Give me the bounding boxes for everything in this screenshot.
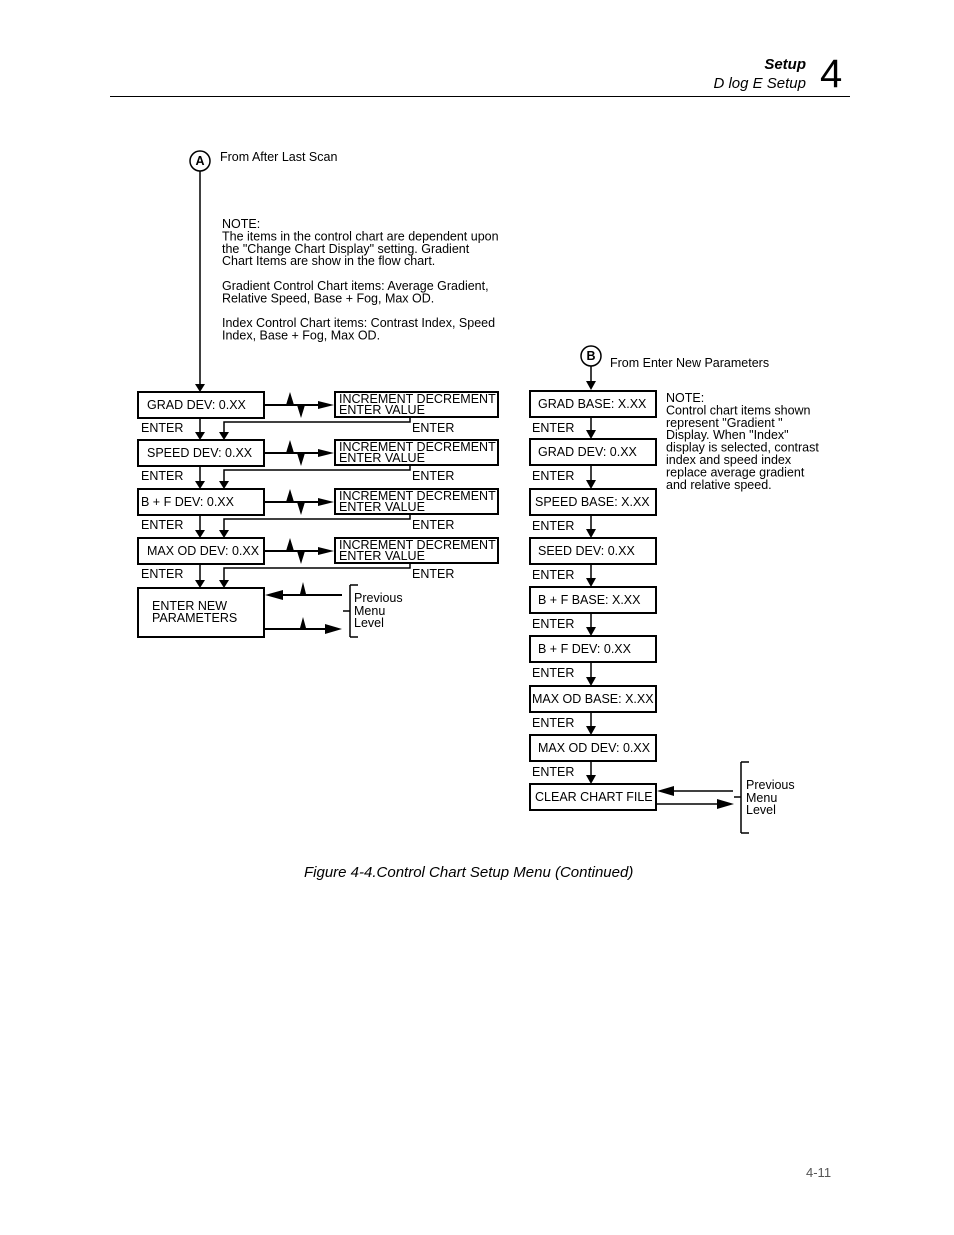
flow-a-step: MAX OD DEV: 0.XX INCREMENT DECREMENTENTER… <box>137 537 499 588</box>
flow-a-step: B + F DEV: 0.XX INCREMENT DECREMENTENTER … <box>137 488 499 538</box>
step-label: MAX OD DEV: 0.XX <box>147 544 260 558</box>
prev-menu-a-1: Previous <box>354 591 403 605</box>
enter-label: ENTER <box>532 421 574 435</box>
note-a: NOTE:The items in the control chart are … <box>222 217 499 343</box>
flow-b-step: B + F DEV: 0.XX ENTER <box>529 635 657 686</box>
enter-label: ENTER <box>532 519 574 533</box>
flow-b-step: GRAD DEV: 0.XX ENTER <box>529 438 657 489</box>
flow-b-step: GRAD BASE: X.XX ENTER <box>529 390 657 439</box>
final-line2: PARAMETERS <box>152 611 237 625</box>
connector-a: A From After Last Scan <box>189 150 337 392</box>
step-label: GRAD DEV: 0.XX <box>147 398 247 412</box>
enter-label: ENTER <box>141 567 183 581</box>
flow-b-steps: GRAD BASE: X.XXENTERGRAD DEV: 0.XXENTERS… <box>529 390 657 811</box>
flow-b-step: CLEAR CHART FILE <box>529 783 657 811</box>
connector-b-label: B <box>586 349 595 363</box>
step-label: B + F DEV: 0.XX <box>141 495 235 509</box>
flow-a-steps: GRAD DEV: 0.XX INCREMENT DECREMENTENTER V… <box>137 391 499 588</box>
step-label: MAX OD DEV: 0.XX <box>538 741 651 755</box>
prev-menu-b: Previous Menu Level <box>657 761 795 834</box>
step-label: SEED DEV: 0.XX <box>538 544 635 558</box>
step-label: MAX OD BASE: X.XX <box>532 692 654 706</box>
flow-b-step: MAX OD BASE: X.XX ENTER <box>529 685 657 735</box>
enter-label: ENTER <box>141 518 183 532</box>
connector-b-caption: From Enter New Parameters <box>610 356 769 370</box>
step-label: B + F BASE: X.XX <box>538 593 641 607</box>
step-label: GRAD BASE: X.XX <box>538 397 647 411</box>
enter-label: ENTER <box>412 421 454 435</box>
connector-a-caption: From After Last Scan <box>220 150 337 164</box>
flow-a-step: GRAD DEV: 0.XX INCREMENT DECREMENTENTER V… <box>137 391 499 440</box>
flow-b-step: SEED DEV: 0.XX ENTER <box>529 537 657 587</box>
note-a-line: Index, Base + Fog, Max OD. <box>222 329 380 343</box>
note-b: NOTE:Control chart items shownrepresent … <box>666 391 819 492</box>
edit-line2: ENTER VALUE <box>339 403 425 417</box>
enter-label: ENTER <box>532 617 574 631</box>
note-b-line: and relative speed. <box>666 478 772 492</box>
prev-menu-b-3: Level <box>746 803 776 817</box>
step-label: GRAD DEV: 0.XX <box>538 445 638 459</box>
step-label: SPEED BASE: X.XX <box>535 495 650 509</box>
enter-label: ENTER <box>532 469 574 483</box>
edit-line2: ENTER VALUE <box>339 500 425 514</box>
connector-a-label: A <box>195 154 204 168</box>
enter-label: ENTER <box>532 765 574 779</box>
enter-label: ENTER <box>532 568 574 582</box>
page-number: 4-11 <box>806 1165 832 1180</box>
flow-b-step: B + F BASE: X.XX ENTER <box>529 586 657 636</box>
step-label: SPEED DEV: 0.XX <box>147 446 253 460</box>
figure-caption: Figure 4-4.Control Chart Setup Menu (Con… <box>304 864 634 881</box>
flow-b-step: MAX OD DEV: 0.XX ENTER <box>529 734 657 784</box>
enter-label: ENTER <box>141 421 183 435</box>
connector-b: B From Enter New Parameters <box>580 345 769 390</box>
flowchart: A From After Last Scan NOTE:The items in… <box>137 150 819 834</box>
enter-label: ENTER <box>532 666 574 680</box>
step-label: B + F DEV: 0.XX <box>538 642 632 656</box>
flow-b-step: SPEED BASE: X.XX ENTER <box>529 488 657 538</box>
enter-label: ENTER <box>412 518 454 532</box>
edit-line2: ENTER VALUE <box>339 451 425 465</box>
enter-label: ENTER <box>141 469 183 483</box>
step-label: CLEAR CHART FILE <box>535 790 653 804</box>
enter-new-parameters-box: ENTER NEW PARAMETERS Previous Menu Level <box>137 582 403 638</box>
prev-menu-a-3: Level <box>354 616 384 630</box>
prev-menu-b-1: Previous <box>746 778 795 792</box>
enter-label: ENTER <box>532 716 574 730</box>
edit-line2: ENTER VALUE <box>339 549 425 563</box>
flow-a-step: SPEED DEV: 0.XX INCREMENT DECREMENTENTER … <box>137 439 499 489</box>
note-a-line: Relative Speed, Base + Fog, Max OD. <box>222 291 434 305</box>
enter-label: ENTER <box>412 567 454 581</box>
enter-label: ENTER <box>412 469 454 483</box>
note-a-line: Chart Items are show in the flow chart. <box>222 254 435 268</box>
